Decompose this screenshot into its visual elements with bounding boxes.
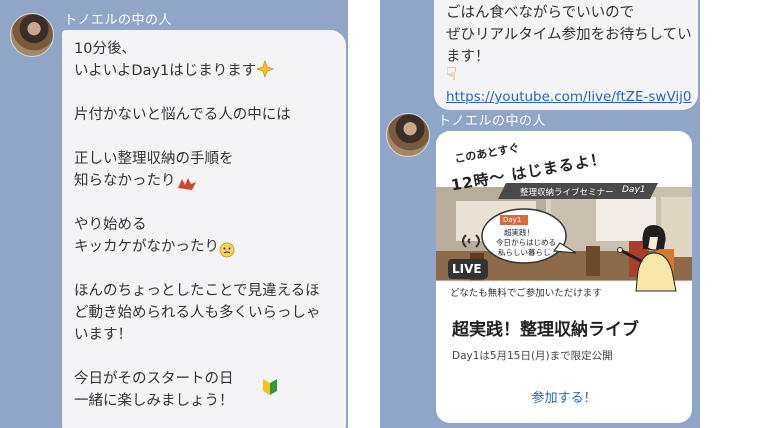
sender-avatar[interactable] [386, 113, 430, 157]
sparkle-icon [256, 60, 274, 78]
card-subtitle: Day1は5月15日(月)まで限定公開 [452, 350, 613, 362]
free-note: どなたも無料でご参加いただけます [450, 288, 602, 299]
day-tag: Day1 [622, 185, 646, 195]
event-banner-image[interactable]: このあとすぐ 12時〜 はじまるよ！ 整理収納ライブセミナー Day1 Day1… [436, 131, 692, 302]
mood-icon [178, 178, 196, 190]
join-button[interactable]: 参加する！ [436, 387, 692, 406]
message-text: 10分後、 いよいよDay1はじまります 片付かないと悩んでる人の中には 正しい… [74, 41, 321, 409]
youtube-link[interactable]: https://youtube.com/live/ftZE-swVij0 [446, 86, 692, 108]
message-bubble[interactable]: 10分後、 いよいよDay1はじまります 片付かないと悩んでる人の中には 正しい… [62, 30, 346, 428]
message-text: ごはん食べながらでいいので ぜひリアルタイム参加をお待ちしてい ます！ [446, 5, 692, 65]
sender-avatar[interactable] [10, 13, 54, 57]
seminar-tag: 整理収納ライブセミナー [520, 188, 614, 198]
day-label: Day1 [503, 216, 522, 224]
live-label: LIVE [452, 262, 482, 276]
message-bubble[interactable]: ごはん食べながらでいいので ぜひリアルタイム参加をお待ちしてい ます！ ☟ ht… [434, 0, 698, 110]
sender-name: トノエルの中の人 [438, 114, 547, 129]
face-icon [219, 242, 235, 258]
card-title: 超実践！整理収納ライブ [452, 320, 639, 340]
live-event-card[interactable]: このあとすぐ 12時〜 はじまるよ！ 整理収納ライブセミナー Day1 Day1… [436, 131, 692, 423]
chat-panel-left: トノエルの中の人 10分後、 いよいよDay1はじまります 片付かないと悩んでる… [0, 0, 348, 428]
beginner-mark-icon [263, 379, 277, 395]
sender-name: トノエルの中の人 [64, 13, 173, 28]
pointing-finger-icon: ☟ [446, 64, 457, 85]
chat-panel-right: ごはん食べながらでいいので ぜひリアルタイム参加をお待ちしてい ます！ ☟ ht… [380, 0, 700, 428]
speech-line-3: 私らしい暮らし [498, 248, 551, 257]
